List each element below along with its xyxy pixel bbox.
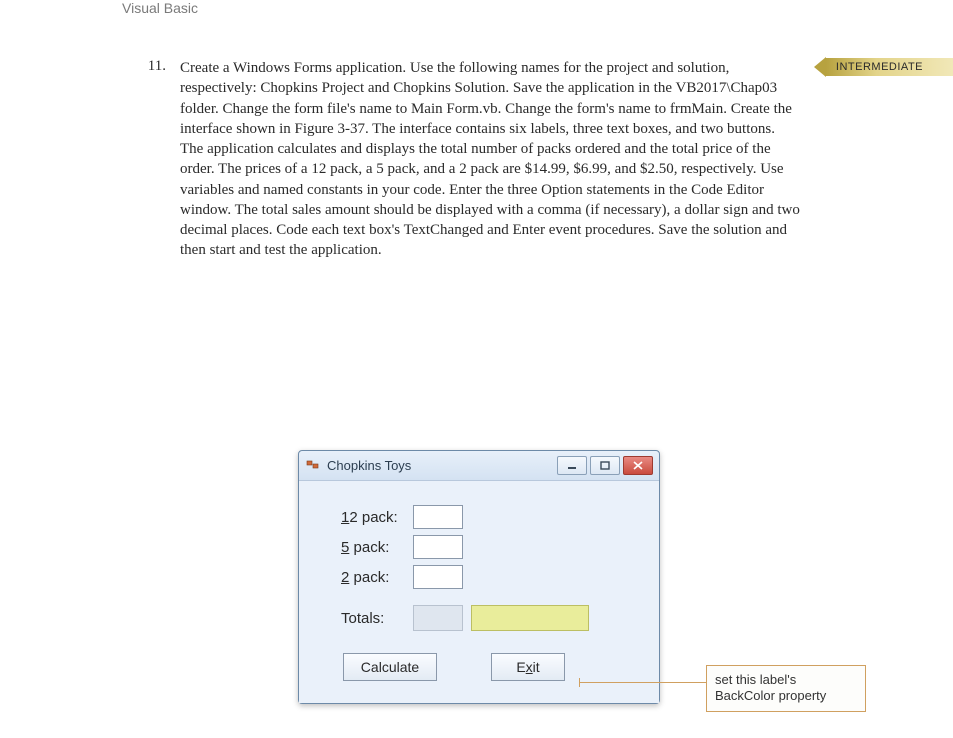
close-button[interactable] (623, 456, 653, 475)
page-header: Visual Basic (122, 0, 198, 16)
difficulty-label: INTERMEDIATE (826, 58, 953, 76)
exercise-text: Create a Windows Forms application. Use … (180, 58, 800, 261)
label-12pack: 12 pack: (341, 509, 413, 526)
titlebar: Chopkins Toys (299, 451, 659, 481)
label-2pack: 2 pack: (341, 569, 413, 586)
window-title: Chopkins Toys (327, 458, 557, 473)
row-5pack: 5 pack: (341, 535, 631, 559)
input-5pack[interactable] (413, 535, 463, 559)
callout-connector (580, 682, 706, 683)
input-12pack[interactable] (413, 505, 463, 529)
label-5pack: 5 pack: (341, 539, 413, 556)
button-row: Calculate Exit (341, 653, 631, 681)
exercise-block: 11. Create a Windows Forms application. … (140, 58, 800, 261)
app-icon (305, 458, 321, 474)
callout-line1: set this label's (715, 672, 857, 688)
maximize-button[interactable] (590, 456, 620, 475)
callout-box: set this label's BackColor property (706, 665, 866, 712)
difficulty-arrow-icon (814, 57, 826, 77)
row-2pack: 2 pack: (341, 565, 631, 589)
exit-button[interactable]: Exit (491, 653, 565, 681)
minimize-button[interactable] (557, 456, 587, 475)
callout-line2: BackColor property (715, 688, 857, 704)
close-icon (633, 461, 643, 470)
maximize-icon (600, 461, 610, 470)
figure-area: Chopkins Toys (298, 450, 918, 704)
window-controls (557, 456, 653, 475)
row-12pack: 12 pack: (341, 505, 631, 529)
output-total-packs (413, 605, 463, 631)
minimize-icon (567, 462, 577, 470)
row-totals: Totals: (341, 605, 631, 631)
output-total-price (471, 605, 589, 631)
form-client-area: 12 pack: 5 pack: 2 pack: Totals: (299, 481, 659, 703)
exercise-number: 11. (140, 58, 180, 261)
input-2pack[interactable] (413, 565, 463, 589)
difficulty-tag: INTERMEDIATE (814, 57, 953, 77)
windows-form: Chopkins Toys (298, 450, 660, 704)
calculate-button[interactable]: Calculate (343, 653, 437, 681)
label-totals: Totals: (341, 610, 413, 627)
